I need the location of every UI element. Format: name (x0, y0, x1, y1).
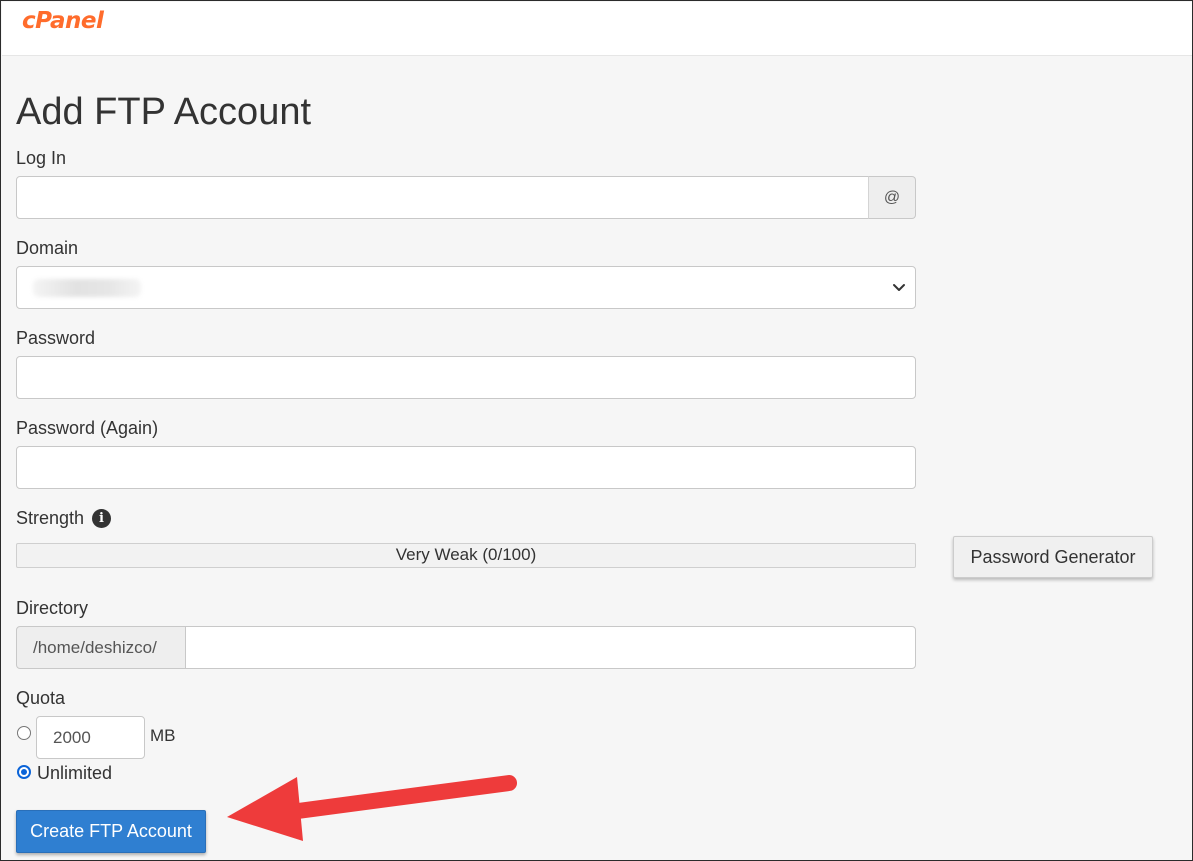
quota-unlimited-radio[interactable] (17, 765, 31, 779)
strength-label: Strength (16, 508, 85, 528)
quota-input[interactable]: 2000 (36, 716, 145, 759)
quota-label: Quota (16, 688, 66, 708)
quota-unlimited-label[interactable]: Unlimited (37, 763, 112, 784)
quota-limited-radio[interactable] (17, 726, 31, 740)
page-frame: cPanel Add FTP Account Log In @ Domain P… (0, 0, 1193, 861)
password-again-label: Password (Again) (16, 418, 159, 438)
domain-select[interactable] (16, 266, 916, 309)
domain-label: Domain (16, 238, 79, 258)
password-input[interactable] (16, 356, 916, 399)
directory-input[interactable] (185, 626, 916, 669)
domain-redacted-value (33, 279, 141, 297)
login-at-addon: @ (868, 176, 916, 219)
password-again-input[interactable] (16, 446, 916, 489)
annotation-arrow-icon (227, 775, 517, 841)
top-bar: cPanel (2, 2, 1192, 56)
password-generator-button[interactable]: Password Generator (953, 536, 1153, 578)
create-ftp-account-button[interactable]: Create FTP Account (16, 810, 206, 853)
login-input[interactable] (16, 176, 869, 219)
chevron-down-icon (893, 284, 905, 291)
password-label: Password (16, 328, 96, 348)
directory-prefix: /home/deshizco/ (16, 626, 186, 669)
quota-unit: MB (150, 726, 176, 745)
directory-label: Directory (16, 598, 89, 618)
password-strength-meter: Very Weak (0/100) (16, 543, 916, 568)
cpanel-logo[interactable]: cPanel (22, 8, 104, 34)
page-title: Add FTP Account (16, 91, 312, 133)
login-label: Log In (16, 148, 67, 168)
info-circle-icon[interactable]: i (92, 509, 111, 528)
